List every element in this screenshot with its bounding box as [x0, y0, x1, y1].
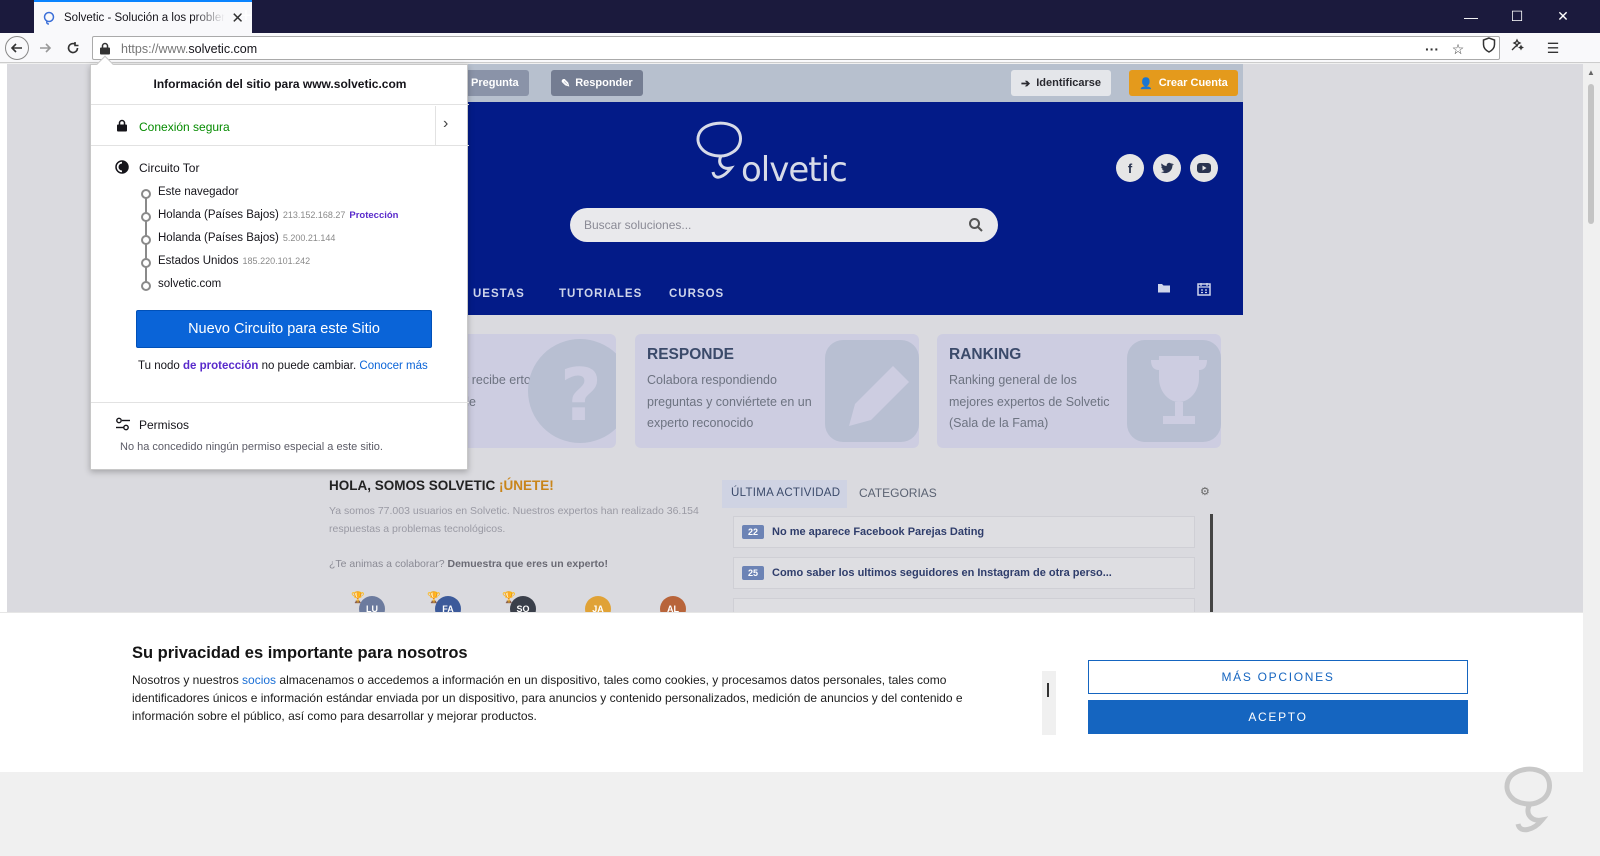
cookie-consent-banner: Su privacidad es importante para nosotro…	[0, 612, 1583, 754]
tor-circuit-title: Circuito Tor	[139, 161, 200, 175]
login-button[interactable]: ➔ Identificarse	[1011, 70, 1112, 96]
scrollbar-thumb[interactable]	[1588, 84, 1594, 224]
window-close-icon[interactable]: ✕	[1540, 0, 1586, 33]
folder-icon[interactable]	[1157, 282, 1173, 298]
trophy-silver-icon: 🏆	[427, 592, 441, 604]
tor-circuit-icon[interactable]	[1506, 37, 1528, 59]
circuit-node: Estados Unidos 185.220.101.242	[139, 255, 310, 270]
shield-icon[interactable]	[1478, 37, 1500, 59]
consent-title: Su privacidad es importante para nosotro…	[132, 644, 468, 662]
divider	[435, 106, 436, 146]
edit-icon: ✎	[561, 77, 571, 90]
secure-connection-label: Conexión segura	[139, 120, 230, 134]
site-info-panel: Información del sitio para www.solvetic.…	[90, 55, 469, 470]
circuit-node: solvetic.com	[139, 278, 221, 293]
tab-ultima-actividad[interactable]: ÚLTIMA ACTIVIDAD	[722, 480, 847, 508]
permissions-icon	[116, 417, 130, 431]
site-search-input[interactable]: Buscar soluciones...	[570, 208, 998, 242]
menu-item-respuestas[interactable]: UESTAS	[473, 288, 525, 300]
reload-icon[interactable]	[61, 36, 85, 60]
bookmark-star-icon[interactable]: ☆	[1449, 40, 1467, 58]
activity-item[interactable]: 22 No me aparece Facebook Parejas Dating	[733, 516, 1195, 548]
scroll-up-icon[interactable]: ▲	[1587, 68, 1595, 77]
search-icon[interactable]	[968, 217, 984, 233]
minimize-icon[interactable]: —	[1448, 0, 1494, 33]
menu-item-tutoriales[interactable]: TUTORIALES	[559, 288, 642, 300]
join-link[interactable]: ¡ÚNETE!	[499, 478, 554, 493]
circuit-node: Holanda (Países Bajos) 5.200.21.144	[139, 232, 335, 247]
consent-text: Nosotros y nuestros socios almacenamos o…	[132, 673, 963, 723]
permissions-description: No ha concedido ningún permiso especial …	[120, 441, 383, 453]
new-circuit-button[interactable]: Nuevo Circuito para este Sitio	[136, 310, 432, 348]
lock-icon[interactable]	[99, 42, 111, 55]
page-bottom-area	[0, 772, 1600, 856]
secure-connection-row[interactable]: Conexión segura ›	[91, 106, 469, 146]
activity-scrollbar[interactable]	[1210, 514, 1213, 620]
divider	[91, 402, 469, 403]
menu-item-cursos[interactable]: CURSOS	[669, 288, 724, 300]
guard-badge: Protección	[349, 210, 399, 221]
accept-button[interactable]: ACEPTO	[1088, 700, 1468, 734]
consent-scrollbar[interactable]	[1042, 671, 1056, 735]
page-actions-icon[interactable]: ···	[1423, 40, 1441, 58]
youtube-icon[interactable]	[1190, 154, 1218, 182]
url-text[interactable]: https://www.solvetic.com	[121, 42, 257, 56]
trophy-icon	[1127, 340, 1221, 442]
permissions-title: Permisos	[139, 418, 190, 432]
tab-categorias[interactable]: CATEGORIAS	[859, 486, 937, 500]
card-desc: Colabora respondiendo preguntas y convié…	[647, 373, 812, 430]
tab-title: Solvetic - Solución a los problemas	[64, 11, 226, 24]
calendar-icon[interactable]	[1197, 282, 1213, 298]
back-icon[interactable]	[5, 36, 29, 60]
partners-link[interactable]: socios	[242, 673, 276, 687]
collaborate-text: ¿Te animas a colaborar? Demuestra que er…	[329, 558, 608, 570]
address-bar[interactable]: https://www.solvetic.com ··· ☆	[92, 36, 1500, 60]
gear-icon[interactable]: ⚙	[1200, 485, 1210, 498]
hamburger-menu-icon[interactable]: ☰	[1542, 37, 1564, 59]
facebook-icon[interactable]: f	[1116, 154, 1144, 182]
solvetic-favicon-icon	[43, 11, 55, 25]
forward-icon[interactable]	[33, 36, 57, 60]
question-mark-icon: ?	[528, 339, 616, 443]
activity-item[interactable]: 25 Como saber los ultimos seguidores en I…	[733, 557, 1195, 589]
card-title: RESPONDE	[647, 346, 734, 363]
guard-node-note: Tu nodo de protección no puede cambiar. …	[138, 360, 428, 372]
welcome-description: Ya somos 77.003 usuarios en Solvetic. Nu…	[329, 505, 699, 535]
answer-button[interactable]: ✎ Responder	[551, 70, 643, 96]
feature-card-ranking[interactable]: RANKING Ranking general de los mejores e…	[937, 334, 1221, 448]
page-scrollbar[interactable]: ▲	[1583, 64, 1600, 856]
lock-icon	[117, 119, 127, 132]
new-tab-icon[interactable]: +	[234, 5, 258, 29]
ask-button[interactable]: Pregunta	[461, 70, 529, 96]
circuit-node: Este navegador	[139, 186, 239, 201]
trophy-gold-icon: 🏆	[351, 592, 365, 604]
tab-strip: Solvetic - Solución a los problemas ✕ + …	[0, 0, 1600, 33]
card-desc: Ranking general de los mejores expertos …	[949, 373, 1110, 430]
chevron-right-icon[interactable]: ›	[443, 115, 448, 133]
signup-button[interactable]: 👤 Crear Cuenta	[1129, 70, 1238, 96]
twitter-icon[interactable]	[1153, 154, 1181, 182]
card-title: RANKING	[949, 346, 1022, 363]
solvetic-watermark-icon	[1504, 766, 1552, 833]
active-tab[interactable]: Solvetic - Solución a los problemas ✕	[34, 0, 252, 33]
welcome-heading: HOLA, SOMOS SOLVETIC ¡ÚNETE!	[329, 478, 554, 493]
user-plus-icon: 👤	[1139, 77, 1153, 90]
trophy-bronze-icon: 🏆	[502, 592, 516, 604]
onion-icon	[115, 160, 129, 174]
site-logo-text[interactable]: olvetic	[741, 150, 848, 190]
svg-text:?: ?	[560, 353, 602, 437]
navigation-toolbar: https://www.solvetic.com ··· ☆ ☰	[0, 33, 1600, 63]
more-options-button[interactable]: MÁS OPCIONES	[1088, 660, 1468, 694]
pencil-icon	[825, 340, 919, 442]
maximize-icon[interactable]: ☐	[1494, 0, 1540, 33]
learn-more-link[interactable]: Conocer más	[359, 360, 427, 372]
circuit-node: Holanda (Países Bajos) 213.152.168.27 Prot…	[139, 209, 398, 224]
sign-in-icon: ➔	[1021, 77, 1031, 90]
feature-card-responde[interactable]: RESPONDE Colabora respondiendo preguntas…	[635, 334, 919, 448]
site-info-title: Información del sitio para www.solvetic.…	[91, 65, 469, 105]
